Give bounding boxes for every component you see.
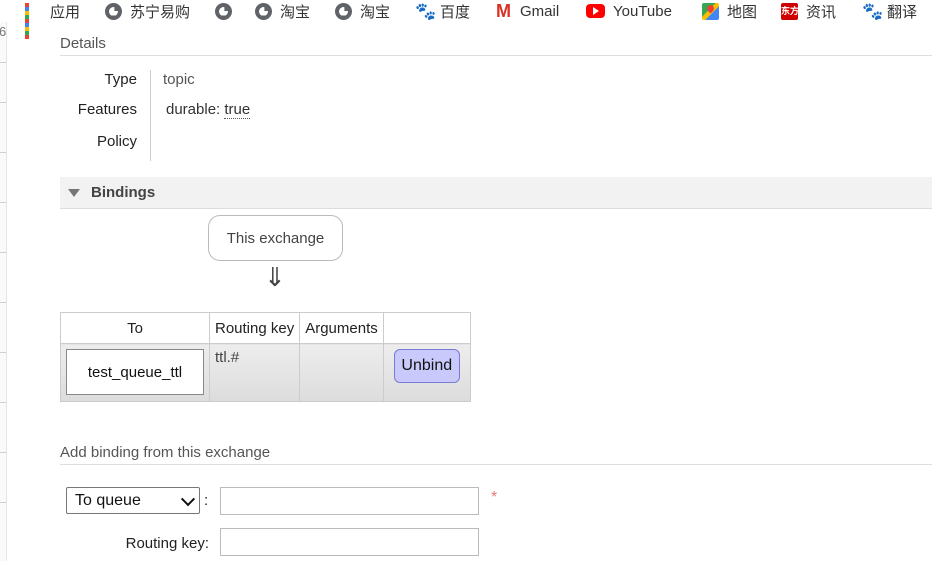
bookmark-translate[interactable]: 🐾 翻译	[862, 0, 917, 22]
divider	[0, 302, 6, 303]
details-separator	[150, 70, 151, 161]
bookmark-baidu[interactable]: 🐾 百度	[415, 0, 470, 22]
bookmark-label: 地图	[727, 3, 758, 21]
bookmark-label: YouTube	[613, 2, 672, 20]
bookmark-label: 苏宁易购	[130, 3, 191, 21]
required-marker: *	[491, 489, 498, 506]
column-header-action	[382, 312, 471, 344]
column-header-to: To	[60, 312, 210, 344]
policy-label: Policy	[96, 133, 137, 150]
bookmarks-bar: 应用 苏宁易购 淘宝 淘宝 🐾 百度 M Gmail YouTube 地图 东方…	[0, 0, 932, 39]
routing-key-value: ttl.#	[215, 349, 240, 366]
divider	[0, 102, 6, 103]
bookmark-label: 淘宝	[280, 3, 311, 21]
baidu-paw-icon: 🐾	[415, 1, 437, 21]
dongfang-icon: 东方	[781, 2, 799, 20]
bookmark-gmail[interactable]: M Gmail	[495, 0, 559, 22]
bookmark-label: 应用	[50, 3, 81, 21]
bindings-section-header[interactable]: Bindings	[60, 177, 932, 209]
column-header-routing-key: Routing key	[208, 312, 301, 344]
cell-to: test_queue_ttl	[60, 343, 210, 402]
divider	[0, 502, 6, 503]
bindings-header-row: To Routing key Arguments	[60, 312, 471, 344]
arguments-value	[300, 344, 383, 349]
durable-value: true	[224, 101, 251, 119]
divider	[0, 402, 6, 403]
globe-icon	[215, 2, 232, 20]
bookmark-news[interactable]: 东方 资讯	[781, 0, 836, 22]
column-header-arguments: Arguments	[299, 312, 384, 344]
divider	[0, 202, 6, 203]
bookmark-taobao-2[interactable]: 淘宝	[335, 0, 390, 22]
divider	[0, 62, 6, 63]
maps-icon	[702, 2, 719, 20]
apps-grid-icon	[25, 2, 42, 39]
collapse-triangle-icon	[68, 189, 80, 197]
globe-icon	[105, 2, 122, 20]
bookmark-label: 淘宝	[360, 3, 391, 21]
chevron-down-icon	[180, 492, 196, 507]
cell-action: Unbind	[382, 343, 471, 402]
destination-colon: :	[204, 492, 209, 509]
routing-key-input[interactable]	[220, 528, 479, 556]
bookmark-maps[interactable]: 地图	[702, 0, 757, 22]
unbind-button[interactable]: Unbind	[393, 349, 460, 383]
queue-link[interactable]: test_queue_ttl	[66, 349, 204, 395]
durable-key: durable:	[166, 101, 221, 118]
down-arrow-icon: ⇓	[264, 262, 286, 292]
divider	[0, 352, 6, 353]
divider	[0, 152, 6, 153]
bindings-heading: Bindings	[91, 184, 156, 201]
destination-type-select[interactable]: To queue	[66, 487, 200, 514]
baidu-paw-icon: 🐾	[862, 1, 884, 21]
globe-icon	[255, 2, 272, 20]
bookmark-label: Gmail	[520, 2, 560, 20]
bookmark-untitled[interactable]	[215, 0, 240, 22]
divider	[0, 452, 6, 453]
features-value: durable: true	[166, 101, 251, 119]
divider	[0, 252, 6, 253]
routing-key-label: Routing key:	[125, 535, 209, 552]
features-label: Features	[77, 101, 137, 118]
bindings-table: To Routing key Arguments test_queue_ttl …	[60, 312, 471, 402]
globe-icon	[335, 2, 352, 20]
table-row: test_queue_ttl ttl.# Unbind	[60, 343, 471, 402]
gmail-icon: M	[496, 0, 511, 21]
bookmark-apps[interactable]: 应用	[25, 0, 81, 39]
type-label: Type	[104, 71, 137, 88]
bookmark-suning[interactable]: 苏宁易购	[105, 0, 190, 22]
details-heading: Details	[60, 35, 106, 52]
bookmark-label: 翻译	[887, 3, 918, 21]
bookmark-taobao-1[interactable]: 淘宝	[255, 0, 310, 22]
left-panel-marker: 6	[0, 24, 7, 39]
bookmark-label: 百度	[440, 3, 471, 21]
add-binding-heading: Add binding from this exchange	[60, 444, 271, 461]
this-exchange-box: This exchange	[208, 215, 343, 261]
youtube-icon	[586, 4, 605, 18]
cell-arguments	[299, 343, 384, 402]
type-value: topic	[163, 71, 195, 88]
bookmark-label: 资讯	[806, 3, 837, 21]
add-binding-divider	[60, 464, 932, 465]
destination-input[interactable]	[220, 487, 479, 515]
bookmark-youtube[interactable]: YouTube	[586, 0, 672, 22]
cell-routing-key: ttl.#	[208, 343, 301, 402]
destination-type-value: To queue	[75, 491, 141, 509]
left-panel-edge: 6	[0, 22, 7, 561]
details-divider	[60, 55, 932, 56]
